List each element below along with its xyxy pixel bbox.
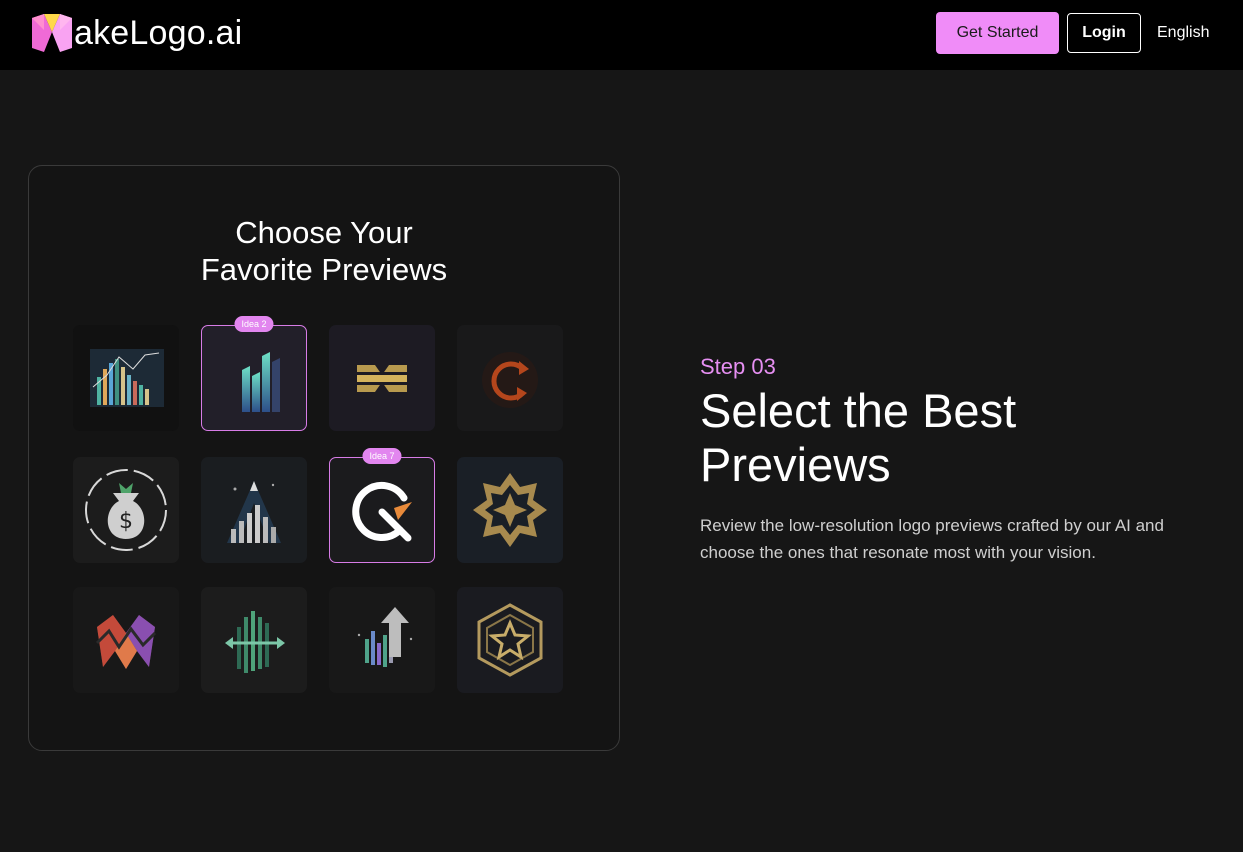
svg-text:$: $ [119,509,133,534]
get-started-button[interactable]: Get Started [936,12,1059,54]
preview-tile-3[interactable] [329,325,435,431]
preview-tile-6[interactable] [201,457,307,563]
arrows-bars-icon [225,611,285,673]
step-title-line1: Select the Best [700,384,1017,437]
preview-tile-1[interactable] [73,325,179,431]
preview-tile-2[interactable]: Idea 2 [201,316,307,431]
octagram-star-icon [473,473,547,547]
brand-logo[interactable]: akeLogo.ai [30,12,242,54]
step-title: Select the Best Previews [700,384,1016,492]
preview-card: Choose Your Favorite Previews Idea 2 $ I… [28,165,620,751]
growth-arrow-icon [357,607,413,667]
step-label: Step 03 [700,354,776,379]
circular-arrow-c-icon [482,352,538,408]
preview-tile-7[interactable]: Idea 7 [329,448,435,563]
preview-tile-8[interactable] [457,457,563,563]
preview-tile-9[interactable] [73,587,179,693]
bar-chart-icon [242,352,280,412]
preview-tile-5[interactable]: $ [73,457,179,563]
brand-name: akeLogo.ai [74,14,243,52]
w-mountain-icon [95,615,157,669]
step-title-line2: Previews [700,438,891,491]
city-skyline-chart-icon [90,349,164,407]
card-title-line1: Choose Your [235,215,413,250]
step-description: Review the low-resolution logo previews … [700,516,1164,562]
card-title: Choose Your Favorite Previews [29,214,619,288]
stacked-bars-icon [357,365,407,392]
triangle-bars-icon [227,481,281,543]
preview-tile-12[interactable] [457,587,563,693]
login-button[interactable]: Login [1067,13,1141,53]
card-title-line2: Favorite Previews [200,252,448,287]
nav-actions: Get Started Login English [936,12,1211,54]
language-selector[interactable]: English [1157,24,1211,42]
preview-tile-10[interactable] [201,587,307,693]
top-navbar: akeLogo.ai Get Started Login English [0,0,1243,70]
hexagon-star-icon [477,603,543,677]
preview-tile-4[interactable] [457,325,563,431]
money-bag-icon: $ [85,469,167,551]
preview-tile-11[interactable] [329,587,435,693]
m-logo-icon [32,14,72,52]
q-arrow-icon [352,482,412,542]
